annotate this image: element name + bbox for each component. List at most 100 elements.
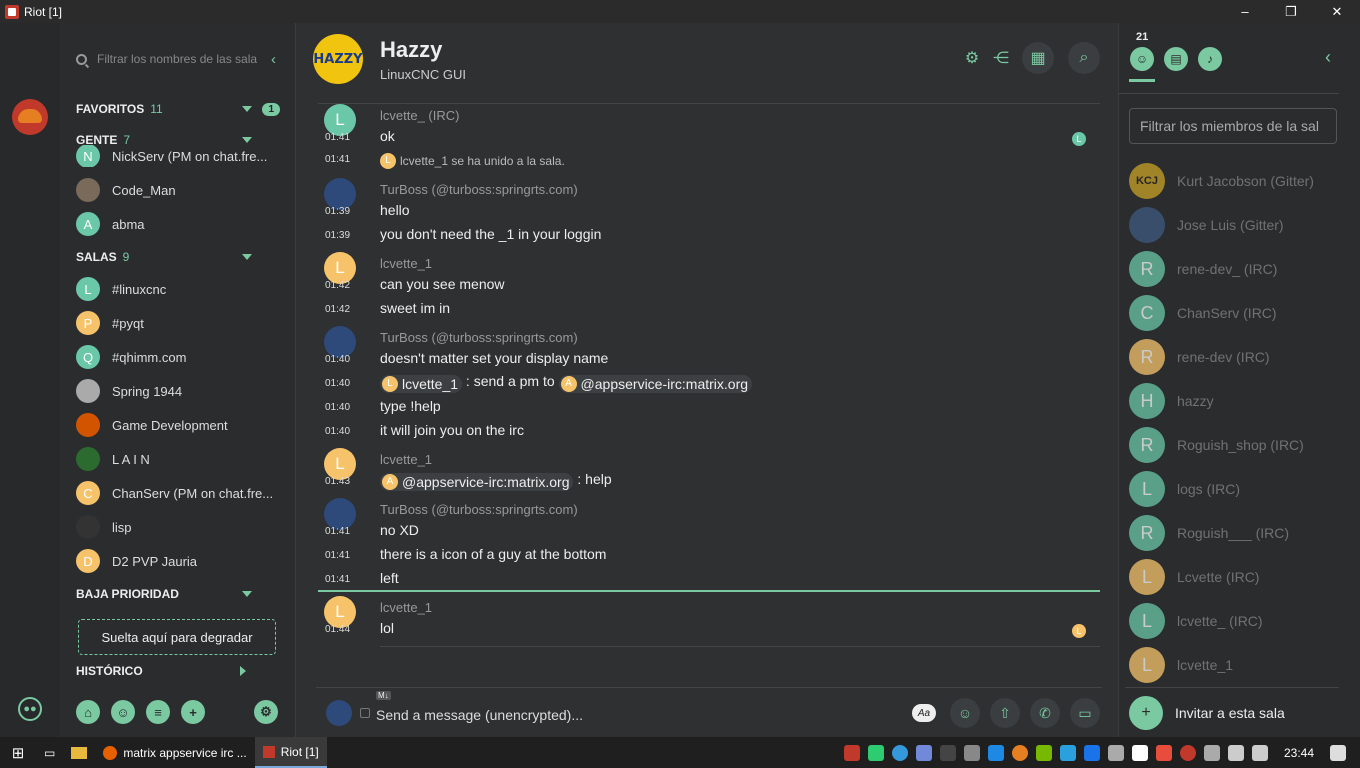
room-item-qhimm[interactable]: Q #qhimm.com [76, 344, 286, 370]
notifications-tab-icon[interactable]: ♪ [1198, 47, 1222, 71]
voice-call-icon[interactable]: ✆ [1030, 698, 1060, 728]
room-item-lain[interactable]: L A I N [76, 446, 286, 472]
volume-icon[interactable] [1251, 744, 1268, 761]
read-receipt-avatar[interactable]: L [1072, 132, 1086, 146]
tray-arrow-icon[interactable] [1203, 744, 1220, 761]
shield-icon[interactable] [1131, 744, 1148, 761]
telegram-tray-icon[interactable] [1059, 744, 1076, 761]
tray-app-icon[interactable] [1011, 744, 1028, 761]
room-filter[interactable]: Filtrar los nombres de las sala ‹ [76, 48, 276, 70]
room-item-pyqt[interactable]: P #pyqt [76, 310, 286, 336]
community-avatar[interactable] [12, 99, 48, 135]
room-avatar-large[interactable]: HAZZY [313, 34, 363, 84]
windows-start-icon[interactable]: ⊞ [0, 737, 36, 768]
demote-dropzone[interactable]: Suelta aquí para degradar [78, 619, 276, 655]
steam-tray-icon[interactable] [939, 744, 956, 761]
search-icon[interactable]: ⌕ [1068, 42, 1100, 74]
tray-app-icon[interactable] [1083, 744, 1100, 761]
maximize-button[interactable]: ❐ [1268, 0, 1314, 23]
room-directory-icon[interactable]: ≡ [146, 700, 170, 724]
files-tab-icon[interactable]: ▤ [1164, 47, 1188, 71]
tray-app-icon[interactable] [987, 744, 1004, 761]
sender-name[interactable]: TurBoss (@turboss:springrts.com) [380, 330, 578, 345]
member-item[interactable]: R Roguish___ (IRC) [1129, 515, 1349, 551]
member-item[interactable]: Jose Luis (Gitter) [1129, 207, 1349, 243]
emoji-icon[interactable]: ☺ [950, 698, 980, 728]
tray-app-icon[interactable] [963, 744, 980, 761]
settings-gear-icon[interactable]: ⚙ [254, 700, 278, 724]
share-icon[interactable]: ⋲ [985, 42, 1017, 74]
sender-name[interactable]: TurBoss (@turboss:springrts.com) [380, 502, 578, 517]
room-item-code-man[interactable]: Code_Man [76, 177, 286, 203]
upload-icon[interactable]: ⇧ [990, 698, 1020, 728]
sender-name[interactable]: TurBoss (@turboss:springrts.com) [380, 182, 578, 197]
section-baja-prioridad[interactable]: BAJA PRIORIDAD [76, 587, 288, 601]
user-pill[interactable]: A @appservice-irc:matrix.org [380, 472, 574, 491]
room-item-d2-pvp-jauria[interactable]: D D2 PVP Jauria [76, 548, 286, 574]
notifications-icon[interactable] [1330, 744, 1346, 761]
task-view-icon[interactable]: ▭ [36, 737, 63, 768]
own-avatar[interactable] [326, 700, 352, 726]
taskbar-firefox[interactable]: matrix appservice irc ... [95, 737, 254, 768]
tray-app-icon[interactable] [1155, 744, 1172, 761]
member-item[interactable]: C ChanServ (IRC) [1129, 295, 1349, 331]
video-call-icon[interactable]: ▭ [1070, 698, 1100, 728]
user-pill[interactable]: A @appservice-irc:matrix.org [558, 374, 753, 393]
room-title[interactable]: Hazzy [380, 37, 442, 63]
member-item[interactable]: R rene-dev_ (IRC) [1129, 251, 1349, 287]
markdown-icon[interactable]: M↓ [376, 691, 391, 700]
member-item[interactable]: R rene-dev (IRC) [1129, 339, 1349, 375]
close-button[interactable]: ✕ [1314, 0, 1360, 23]
room-filter-input[interactable]: Filtrar los nombres de las sala [97, 52, 257, 66]
member-filter-input[interactable]: Filtrar los miembros de la sal [1129, 108, 1337, 144]
section-historico[interactable]: HISTÓRICO [76, 664, 288, 678]
sender-name[interactable]: lcvette_1 [380, 256, 432, 271]
chevron-down-icon[interactable] [242, 137, 252, 143]
invite-button[interactable]: + Invitar a esta sala [1129, 696, 1285, 730]
formatting-toggle-icon[interactable]: Aa [912, 704, 936, 722]
user-pill[interactable]: Llcvette_1 [380, 374, 463, 393]
room-item-spring-1944[interactable]: Spring 1944 [76, 378, 286, 404]
member-item[interactable]: L lcvette_1 [1129, 647, 1349, 683]
collapse-right-panel-chevron-icon[interactable]: ‹ [1325, 47, 1331, 68]
tray-app-icon[interactable] [891, 744, 908, 761]
room-item-linuxcnc[interactable]: L #linuxcnc [76, 276, 286, 302]
room-item-lisp[interactable]: lisp [76, 514, 286, 540]
tray-app-icon[interactable] [1107, 744, 1124, 761]
clock[interactable]: 23:44 [1284, 746, 1314, 760]
member-item[interactable]: R Roguish_shop (IRC) [1129, 427, 1349, 463]
chevron-down-icon[interactable] [242, 106, 252, 112]
room-settings-gear-icon[interactable]: ⚙ [956, 42, 988, 74]
minimize-button[interactable]: – [1222, 0, 1268, 23]
nvidia-tray-icon[interactable] [1035, 744, 1052, 761]
sender-name[interactable]: lcvette_ (IRC) [380, 108, 459, 123]
start-chat-icon[interactable]: ☺ [111, 700, 135, 724]
member-item[interactable]: L Lcvette (IRC) [1129, 559, 1349, 595]
collapse-panel-chevron-icon[interactable]: ‹ [271, 51, 276, 68]
create-room-icon[interactable]: + [181, 700, 205, 724]
read-receipt-avatar[interactable]: L [1072, 624, 1086, 638]
tray-app-icon[interactable] [867, 744, 884, 761]
room-item-chanserv[interactable]: C ChanServ (PM on chat.fre... [76, 480, 286, 506]
taskbar-riot[interactable]: Riot [1] [254, 737, 327, 768]
chevron-down-icon[interactable] [242, 254, 252, 260]
chevron-right-icon[interactable] [240, 666, 246, 676]
home-icon[interactable]: ⌂ [76, 700, 100, 724]
members-tab-icon[interactable]: ☺ [1130, 47, 1154, 71]
room-item-game-development[interactable]: Game Development [76, 412, 286, 438]
room-item-abma[interactable]: A abma [76, 211, 286, 237]
network-icon[interactable] [1227, 744, 1244, 761]
member-item[interactable]: L logs (IRC) [1129, 471, 1349, 507]
apps-grid-icon[interactable]: ▦ [1022, 42, 1054, 74]
riot-tray-icon[interactable] [843, 744, 860, 761]
communities-icon[interactable]: ●● [18, 697, 42, 721]
chevron-down-icon[interactable] [242, 591, 252, 597]
section-favoritos[interactable]: FAVORITOS 11 1 [76, 102, 288, 116]
message-input[interactable]: Send a message (unencrypted)... [376, 707, 583, 723]
sender-name[interactable]: lcvette_1 [380, 600, 432, 615]
section-salas[interactable]: SALAS 9 [76, 250, 288, 264]
member-item[interactable]: KCJ Kurt Jacobson (Gitter) [1129, 163, 1349, 199]
gmail-tray-icon[interactable] [1179, 744, 1196, 761]
discord-tray-icon[interactable] [915, 744, 932, 761]
room-item-nickserv[interactable]: N NickServ (PM on chat.fre... [76, 145, 286, 167]
